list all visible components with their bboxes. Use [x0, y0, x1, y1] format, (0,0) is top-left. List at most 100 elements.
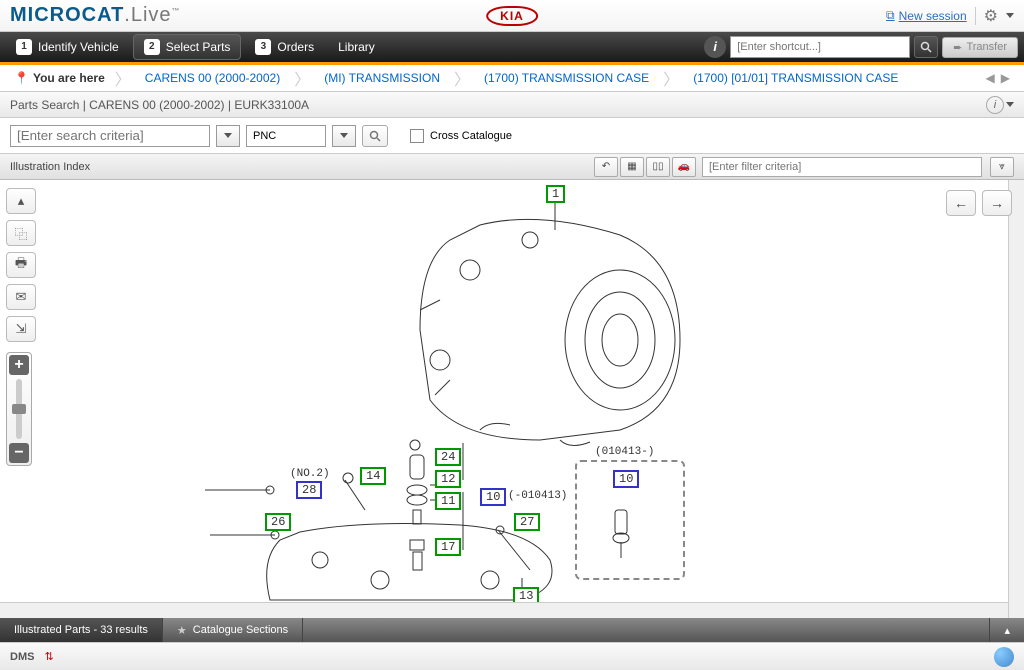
cross-catalogue-label: Cross Catalogue: [430, 130, 512, 142]
left-toolbar: ▴ ⿻ 🖶 ✉ ⇲ + −: [6, 188, 36, 466]
tab-catalogue-sections[interactable]: ★Catalogue Sections: [163, 618, 303, 642]
expand-up-button[interactable]: ▴: [6, 188, 36, 214]
tab-library[interactable]: Library: [328, 36, 385, 58]
back-tool-button[interactable]: ↶: [594, 157, 618, 177]
columns-icon: ▯▯: [652, 161, 663, 172]
parts-search-bar: PNC Cross Catalogue: [0, 118, 1024, 154]
zoom-out-button[interactable]: −: [9, 443, 29, 463]
illustration-index-bar: Illustration Index ↶ ▦ ▯▯ 🚗 ⩔: [0, 154, 1024, 180]
info-icon[interactable]: i: [704, 36, 726, 58]
breadcrumb-prev-icon[interactable]: ◀: [986, 71, 995, 85]
zoom-slider[interactable]: [16, 379, 22, 439]
email-button[interactable]: ✉: [6, 284, 36, 310]
callout-11[interactable]: 11: [435, 492, 461, 510]
callout-26[interactable]: 26: [265, 513, 291, 531]
search-input[interactable]: [10, 125, 210, 147]
export-button[interactable]: ⇲: [6, 316, 36, 342]
brand-badge: KIA: [486, 6, 538, 26]
gear-icon[interactable]: ⚙: [984, 6, 998, 26]
breadcrumb-item-subgroup[interactable]: (1700) TRANSMISSION CASE: [470, 71, 663, 85]
label-no2: (NO.2): [290, 468, 330, 480]
transmission-illustration: [60, 180, 1000, 610]
divider: [975, 7, 976, 25]
breadcrumb-item-vehicle[interactable]: CARENS 00 (2000-2002): [131, 71, 294, 85]
callout-1[interactable]: 1: [546, 185, 565, 203]
callout-10[interactable]: 10: [480, 488, 506, 506]
car-icon: 🚗: [678, 161, 690, 172]
callout-24[interactable]: 24: [435, 448, 461, 466]
app-header: MICROCAT.Live™ KIA ⧉ New session ⚙: [0, 0, 1024, 32]
callout-27[interactable]: 27: [514, 513, 540, 531]
callout-14[interactable]: 14: [360, 467, 386, 485]
vehicle-tool-button[interactable]: 🚗: [672, 157, 696, 177]
print-icon: 🖶: [15, 254, 27, 276]
search-icon: [369, 130, 381, 142]
expand-panel-button[interactable]: ▴: [989, 618, 1024, 642]
breadcrumb-item-group[interactable]: (MI) TRANSMISSION: [310, 71, 454, 85]
new-window-icon: ⧉: [886, 8, 895, 23]
diagram-area: ▴ ⿻ 🖶 ✉ ⇲ + − ← →: [0, 180, 1024, 618]
filter-dropdown-button[interactable]: ⩔: [990, 157, 1014, 177]
horizontal-scrollbar[interactable]: [0, 602, 1008, 618]
zoom-in-button[interactable]: +: [9, 355, 29, 375]
cross-catalogue-checkbox[interactable]: [410, 129, 424, 143]
grid-tool-button[interactable]: ▦: [620, 157, 644, 177]
export-icon: ⇲: [16, 321, 27, 337]
grid-icon: ▦: [627, 161, 636, 172]
callout-28[interactable]: 28: [296, 481, 322, 499]
connector-icon[interactable]: ⇅: [44, 650, 53, 663]
breadcrumb-nav: ◀ ▶: [986, 71, 1020, 85]
app-logo: MICROCAT.Live™: [10, 4, 181, 27]
shortcut-input[interactable]: [730, 36, 910, 58]
zoom-handle[interactable]: [12, 404, 26, 414]
shortcut-search-button[interactable]: [914, 36, 938, 58]
chevron-up-icon: ▴: [18, 193, 25, 209]
parts-search-title-bar: Parts Search | CARENS 00 (2000-2002) | E…: [0, 92, 1024, 118]
new-session-link[interactable]: ⧉ New session: [886, 8, 967, 23]
vertical-scrollbar[interactable]: [1008, 180, 1024, 618]
filter-input[interactable]: [702, 157, 982, 177]
callout-10-alt[interactable]: 10: [613, 470, 639, 488]
chevron-up-icon: ▴: [1004, 624, 1010, 637]
tab-orders[interactable]: 3Orders: [245, 35, 324, 59]
filter-icon: ⩔: [999, 161, 1005, 172]
print-button[interactable]: 🖶: [6, 252, 36, 278]
columns-tool-button[interactable]: ▯▯: [646, 157, 670, 177]
callout-12[interactable]: 12: [435, 470, 461, 488]
parts-diagram[interactable]: 1 10 10 11 12 24 14 17 13 26 27 28 (NO.2…: [60, 180, 1004, 618]
next-page-button[interactable]: →: [982, 190, 1012, 216]
search-button[interactable]: [362, 125, 388, 147]
undo-icon: ↶: [602, 161, 610, 172]
gear-dropdown-caret[interactable]: [1006, 13, 1014, 18]
info-caret[interactable]: [1006, 102, 1014, 107]
callout-17[interactable]: 17: [435, 538, 461, 556]
copy-icon: ⿻: [14, 224, 27, 243]
status-bar: DMS ⇅: [0, 642, 1024, 670]
search-type-select[interactable]: PNC: [246, 125, 326, 147]
prev-page-button[interactable]: ←: [946, 190, 976, 216]
copy-button[interactable]: ⿻: [6, 220, 36, 246]
breadcrumb-item-section[interactable]: (1700) [01/01] TRANSMISSION CASE: [679, 71, 912, 85]
breadcrumb-next-icon[interactable]: ▶: [1001, 71, 1010, 85]
info-dropdown-icon[interactable]: i: [986, 96, 1004, 114]
transfer-arrow-icon: ➨: [953, 41, 962, 54]
search-icon: [920, 41, 932, 53]
breadcrumb: 📍 You are here 〉 CARENS 00 (2000-2002) 〉…: [0, 62, 1024, 92]
search-dropdown-button[interactable]: [216, 125, 240, 147]
tab-select-parts[interactable]: 2Select Parts: [133, 34, 242, 60]
globe-icon[interactable]: [994, 647, 1014, 667]
breadcrumb-here: 📍 You are here: [4, 71, 115, 85]
tab-identify-vehicle[interactable]: 1Identify Vehicle: [6, 35, 129, 59]
arrow-right-icon: →: [990, 195, 1004, 211]
email-icon: ✉: [16, 289, 27, 305]
tab-illustrated-parts[interactable]: Illustrated Parts - 33 results: [0, 618, 163, 642]
search-type-caret[interactable]: [332, 125, 356, 147]
page-nav: ← →: [946, 190, 1012, 216]
label-date-until: (-010413): [508, 490, 567, 502]
zoom-control: + −: [6, 352, 32, 466]
transfer-button[interactable]: ➨Transfer: [942, 37, 1018, 58]
parts-search-title: Parts Search | CARENS 00 (2000-2002) | E…: [10, 98, 309, 112]
dms-label: DMS: [10, 651, 34, 663]
label-date-from: (010413-): [595, 446, 654, 458]
star-icon: ★: [177, 624, 187, 637]
